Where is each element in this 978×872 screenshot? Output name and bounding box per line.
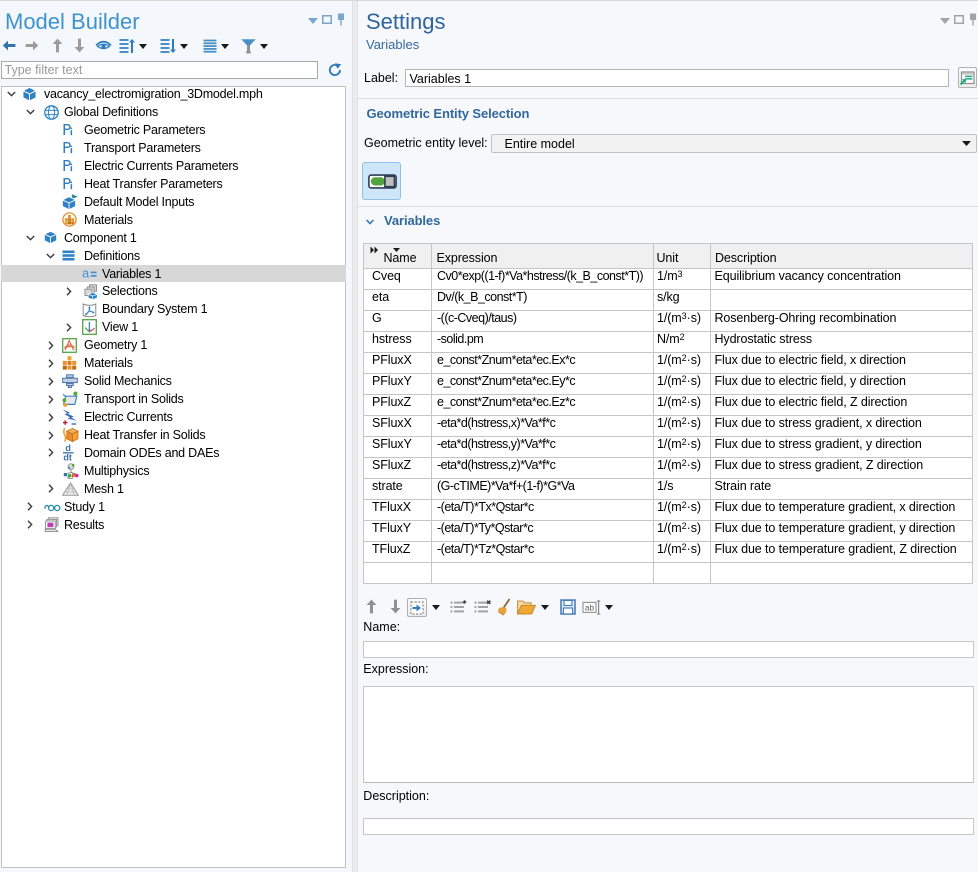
svg-text:a: a [82, 267, 90, 280]
svg-text:dt: dt [63, 453, 72, 462]
svg-text:ab: ab [585, 604, 594, 613]
